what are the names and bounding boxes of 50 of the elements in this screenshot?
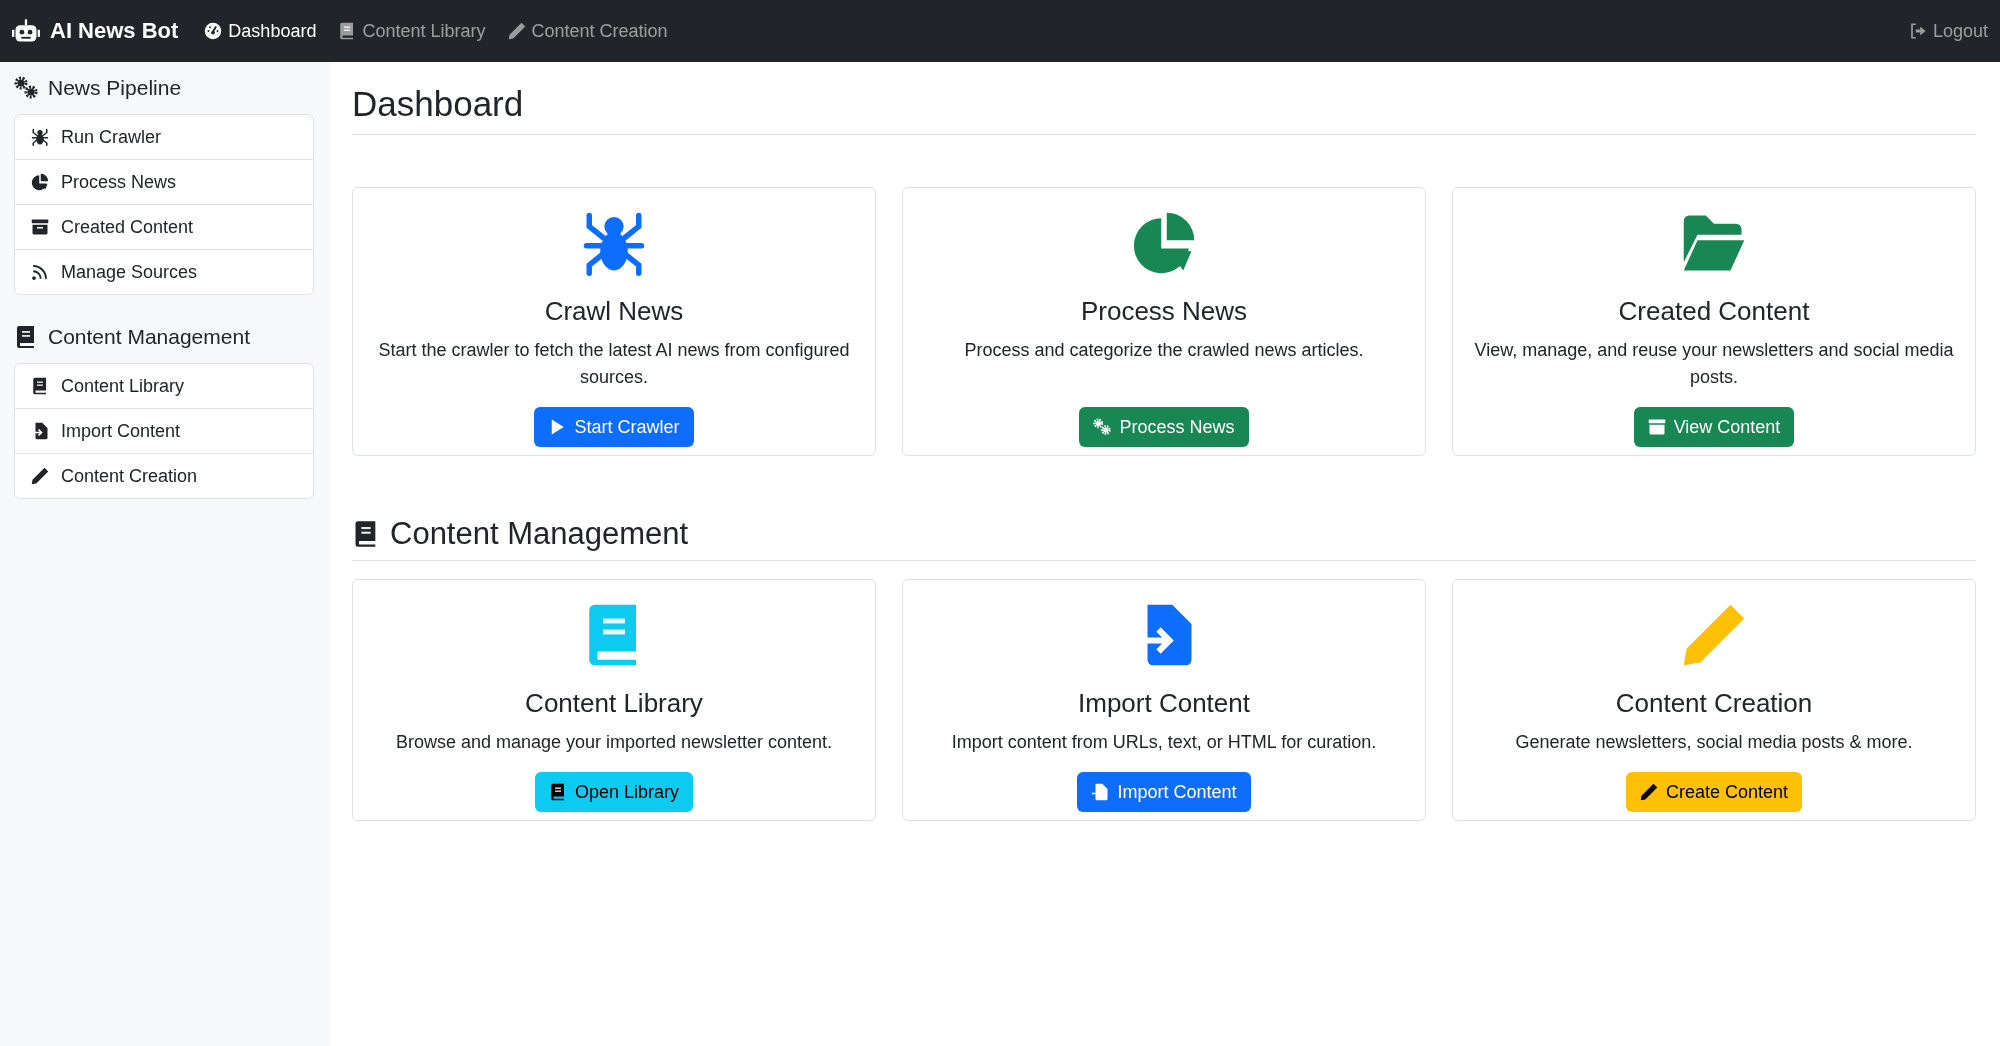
archive-box-icon (1647, 418, 1666, 436)
card-title: Process News (1080, 296, 1248, 327)
pencil-icon (1639, 783, 1658, 801)
gears-icon (14, 76, 38, 100)
rss-icon (31, 263, 49, 281)
page-title: Dashboard (352, 84, 1976, 135)
section-heading: Content Management (390, 516, 689, 552)
file-import-icon (1091, 783, 1110, 801)
card-button[interactable]: Create Content (1625, 772, 1803, 812)
pencil-icon (507, 22, 526, 40)
gauge-icon (204, 22, 223, 40)
card-description: Process and categorize the crawled news articles. (964, 339, 1364, 362)
nav-link[interactable]: Dashboard (204, 20, 317, 42)
sidebar-item[interactable]: Content Creation (15, 453, 313, 498)
card-description: Browse and manage your imported newsletter content. (395, 731, 833, 754)
card-title: Content Library (525, 688, 703, 719)
card-title: Created Content (1618, 296, 1810, 327)
card-button[interactable]: Import Content (1077, 772, 1251, 812)
pencil-icon (31, 467, 49, 485)
brand-name[interactable]: AI News Bot (50, 18, 179, 44)
card-title: Import Content (1078, 688, 1250, 719)
card-button[interactable]: Open Library (534, 772, 694, 812)
logout-icon (1908, 22, 1927, 40)
sidebar-heading: News Pipeline (48, 76, 182, 100)
card-button[interactable]: Process News (1079, 407, 1249, 447)
book-icon (548, 783, 567, 801)
spider-icon (31, 128, 49, 146)
gears-icon (1093, 418, 1112, 436)
sidebar-item[interactable]: Import Content (15, 408, 313, 453)
card-button[interactable]: View Content (1633, 407, 1795, 447)
book-icon (31, 377, 49, 395)
card-description: Generate newsletters, social media posts & more. (1515, 731, 1913, 754)
card-description: View, manage, and reuse your newsletters and social media posts. (1473, 339, 1955, 389)
card-description: Import content from URLs, text, or HTML for curation. (951, 731, 1377, 754)
card-title: Content Creation (1615, 688, 1813, 719)
nav-link[interactable]: Content Creation (507, 20, 668, 42)
sidebar-item[interactable]: Created Content (15, 204, 313, 249)
sidebar-item[interactable]: Process News (15, 159, 313, 204)
card-button[interactable]: Start Crawler (534, 407, 694, 447)
pie-chart-icon (31, 173, 49, 191)
sidebar-item[interactable]: Content Library (15, 364, 313, 408)
robot-icon (12, 17, 40, 45)
sidebar-heading: Content Management (48, 325, 250, 349)
logout-link[interactable]: Logout (1908, 20, 1988, 42)
nav-link[interactable]: Content Library (338, 20, 486, 42)
card-title: Crawl News (544, 296, 684, 327)
sidebar-item[interactable]: Manage Sources (15, 249, 313, 294)
sidebar-item[interactable]: Run Crawler (15, 115, 313, 159)
archive-box-icon (31, 218, 49, 236)
card-description: Start the crawler to fetch the latest AI news from configured sources. (377, 339, 851, 389)
